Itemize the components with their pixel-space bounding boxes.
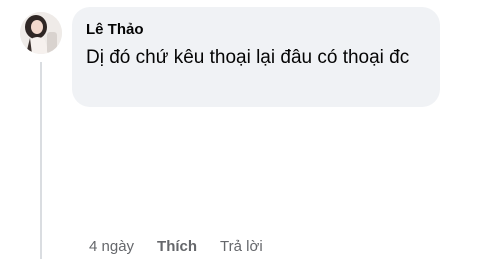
- comment-actions: 4 ngày Thích Trả lời: [89, 236, 263, 256]
- reply-button[interactable]: Trả lời: [220, 238, 263, 255]
- comment-bubble: Lê Thảo Dị đó chứ kêu thoại lại đâu có t…: [72, 7, 440, 107]
- comment-text: Dị đó chứ kêu thoại lại đâu có thoại đc: [86, 47, 410, 68]
- like-button[interactable]: Thích: [157, 238, 197, 255]
- thread-line: [40, 62, 42, 259]
- avatar[interactable]: [20, 12, 62, 54]
- author-name[interactable]: Lê Thảo: [86, 20, 426, 40]
- timestamp[interactable]: 4 ngày: [89, 238, 134, 255]
- profile-photo: [20, 12, 62, 54]
